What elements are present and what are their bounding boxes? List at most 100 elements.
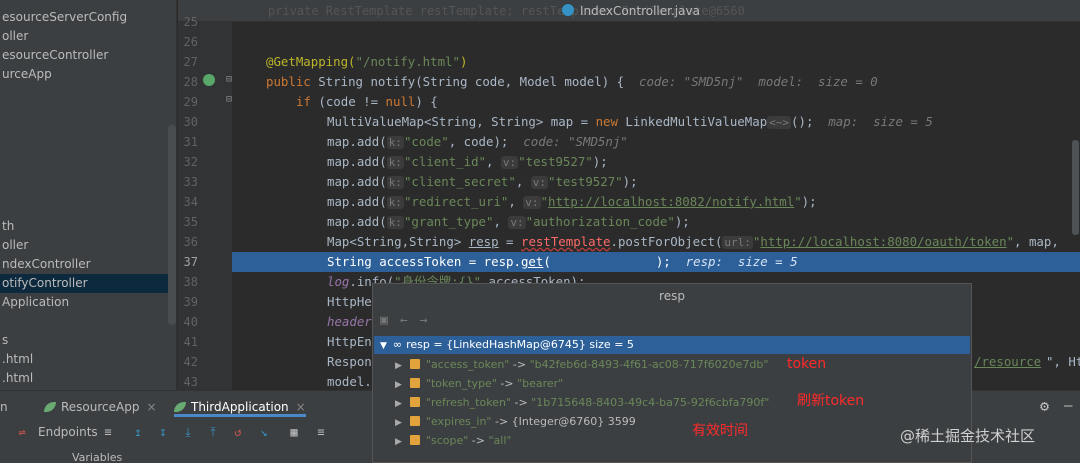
run-tab-third-application[interactable]: ThirdApplication ×	[174, 397, 306, 417]
string-token: "	[1006, 234, 1015, 249]
code-line-30[interactable]: MultiValueMap<String, String> map = new …	[232, 112, 1080, 132]
map-entry-row[interactable]: ▶ "access_token" -> "b42feb6d-8493-4f61-a…	[395, 356, 768, 374]
evaluate-expression-icon[interactable]: ▦	[288, 426, 300, 438]
code-token: String notify(String code, Model model) …	[310, 74, 625, 89]
code-token: header	[327, 314, 372, 329]
code-line-32[interactable]: map.add(k: "client_id", v: "test9527");	[232, 152, 1080, 172]
param-hint: v:	[530, 176, 549, 189]
minimize-icon[interactable]: —	[1064, 398, 1072, 414]
infinity-icon: ∞	[392, 338, 403, 351]
map-entry-row[interactable]: ▶ "scope" -> "all"	[395, 432, 511, 450]
param-hint: k:	[386, 196, 404, 209]
run-to-cursor-icon[interactable]: ↘	[258, 426, 270, 438]
java-class-icon	[562, 4, 574, 16]
entry-key: "expires_in"	[425, 415, 492, 428]
close-icon[interactable]: ×	[146, 400, 156, 414]
map-entry-row[interactable]: ▶ "refresh_token" -> "1b715648-8403-49c4-…	[395, 394, 769, 412]
code-line-29[interactable]: if (code != null) {	[232, 92, 1080, 112]
line-number: 29	[183, 95, 198, 109]
code-line-36[interactable]: Map<String,String> resp = restTemplate.p…	[232, 232, 1080, 252]
run-tab-resource-app[interactable]: ResourceApp ×	[44, 397, 157, 417]
expand-right-icon[interactable]: ▶	[395, 380, 402, 390]
code-token: map.add(	[327, 174, 387, 189]
root-variable-row[interactable]: ▼ ∞ resp = {LinkedHashMap@6745} size = 5	[374, 336, 970, 354]
step-into-icon[interactable]: ⤓	[182, 426, 194, 438]
expand-right-icon[interactable]: ▶	[395, 399, 402, 409]
close-icon[interactable]: ×	[296, 400, 306, 414]
sidebar-item[interactable]: oller	[0, 236, 176, 255]
step-out-icon[interactable]: ⤒	[207, 426, 219, 438]
sidebar-item[interactable]: urceApp	[0, 65, 176, 84]
sidebar-item[interactable]: Application	[0, 293, 176, 312]
step-over-icon[interactable]: ↧	[157, 426, 169, 438]
code-line-35[interactable]: map.add(k: "grant_type", v: "authorization…	[232, 212, 1080, 232]
entry-key: "access_token"	[425, 358, 510, 371]
param-hint: k:	[386, 136, 404, 149]
back-arrow-icon[interactable]: ←	[400, 313, 408, 328]
spring-boot-icon	[44, 402, 56, 412]
tab-index-controller[interactable]: IndexController.java	[562, 0, 882, 22]
code-line-27[interactable]: @GetMapping("/notify.html")	[232, 52, 1080, 72]
param-hint: k:	[386, 156, 404, 169]
code-token: ,	[493, 214, 509, 229]
code-token: ();	[791, 114, 814, 129]
map-entry-row[interactable]: ▶ "expires_in" -> {Integer@6760} 3599	[395, 413, 636, 431]
code-line-33[interactable]: map.add(k: "client_secret", v: "test9527")…	[232, 172, 1080, 192]
drop-frame-icon[interactable]: ↺	[232, 426, 244, 438]
debug-console-icon[interactable]: ⇌	[16, 426, 28, 438]
more-icon[interactable]: ≡	[315, 426, 327, 438]
entry-value: {Integer@6760} 3599	[511, 415, 636, 428]
gear-icon[interactable]: ⚙	[1040, 397, 1049, 415]
spring-mapping-icon[interactable]	[203, 74, 215, 86]
sidebar-item[interactable]: esourceServerConfig	[0, 8, 176, 27]
run-tab-partial[interactable]: n	[0, 397, 8, 417]
expand-right-icon[interactable]: ▶	[395, 437, 402, 447]
code-token: map.add(	[327, 154, 387, 169]
code-line-34[interactable]: map.add(k: "redirect_uri", v: "http://loca…	[232, 192, 1080, 212]
line-number: 40	[183, 315, 198, 329]
inline-debug-value: code: "SMD5nj" model: size = 0	[624, 74, 878, 89]
sidebar-item[interactable]: th	[0, 217, 176, 236]
sidebar-item[interactable]: ndexController	[0, 255, 176, 274]
show-execution-point-icon[interactable]: ↥	[132, 426, 144, 438]
watch-icon[interactable]: ▣	[380, 313, 388, 328]
method-token: get	[520, 254, 544, 269]
sidebar-item[interactable]: .html	[0, 350, 176, 369]
line-number: 30	[183, 115, 198, 129]
expand-right-icon[interactable]: ▶	[395, 418, 402, 428]
url-link[interactable]: /resource	[974, 352, 1041, 372]
menu-icon[interactable]: ≡	[102, 426, 114, 438]
code-line-28[interactable]: public String notify(String code, Model …	[232, 72, 1080, 92]
forward-arrow-icon[interactable]: →	[420, 313, 428, 328]
expand-down-icon[interactable]: ▼	[380, 341, 387, 351]
code-token: MultiValueMap<String, String> map =	[327, 114, 596, 129]
code-line-31[interactable]: map.add(k: "code", code); code: "SMD5nj"	[232, 132, 1080, 152]
url-link[interactable]: http://localhost:8080/oauth/token	[760, 234, 1006, 249]
editor-scrollbar[interactable]	[1072, 140, 1079, 235]
line-number: 26	[183, 35, 198, 49]
inline-debug-value: resp: size = 5	[670, 254, 798, 269]
sidebar-item[interactable]: oller	[0, 27, 176, 46]
sidebar-item[interactable]: otifyController	[0, 274, 176, 293]
sidebar-item[interactable]: .html	[0, 369, 176, 388]
code-line-37-execution-point[interactable]: String accessToken = resp.get(); resp: s…	[232, 252, 1080, 272]
root-variable-label: resp = {LinkedHashMap@6745} size = 5	[406, 338, 634, 351]
string-token: "client_id"	[403, 154, 486, 169]
expand-right-icon[interactable]: ▶	[395, 361, 402, 371]
sidebar-scrollbar[interactable]	[168, 125, 176, 325]
keyword-token: null	[385, 94, 416, 109]
sidebar-item[interactable]: s	[0, 331, 176, 350]
entry-value: "1b715648-8403-49c4-ba75-92f6cbfa790f"	[531, 396, 770, 409]
code-token: String accessToken = resp.	[327, 254, 521, 269]
param-hint: k:	[386, 216, 404, 229]
code-token: map.add(	[327, 194, 387, 209]
sidebar-item[interactable]: esourceController	[0, 46, 176, 65]
project-tree-panel: esourceServerConfig oller esourceControlle…	[0, 0, 177, 390]
line-number: 37	[183, 255, 198, 269]
endpoints-tab[interactable]: Endpoints	[38, 425, 98, 439]
string-token: "code"	[403, 134, 449, 149]
url-link[interactable]: http://localhost:8082/notify.html	[548, 194, 794, 209]
map-entry-row[interactable]: ▶ "token_type" -> "bearer"	[395, 375, 563, 393]
watermark: @稀土掘金技术社区	[900, 427, 1036, 445]
line-number: 32	[183, 155, 198, 169]
